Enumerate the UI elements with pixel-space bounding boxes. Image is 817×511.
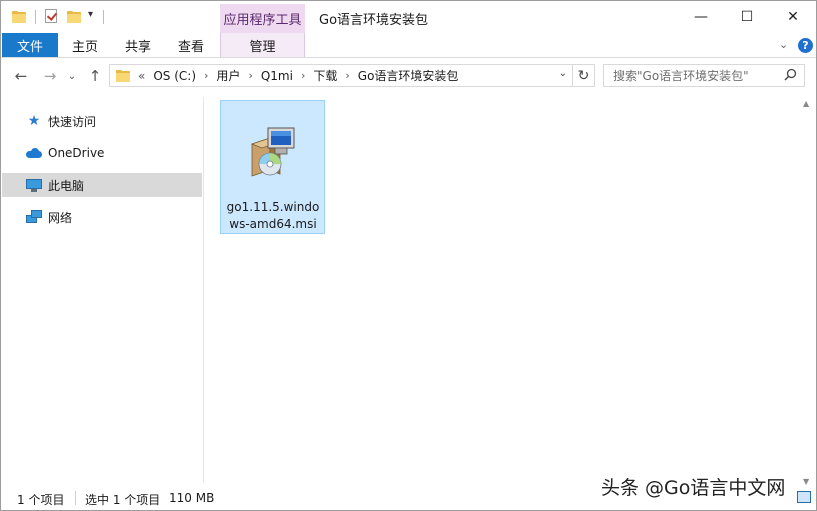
address-dropdown-icon[interactable]: ⌄ [559,68,567,79]
tab-file[interactable]: 文件 [2,33,58,57]
nav-item-onedrive[interactable]: OneDrive [2,141,202,165]
new-folder-icon[interactable] [67,6,81,28]
file-list: go1.11.5.windows-amd64.msi [205,97,815,482]
nav-item-quick-access[interactable]: ★ 快速访问 [2,109,202,133]
large-icons-view-icon[interactable] [797,491,811,503]
cloud-icon [26,145,42,161]
nav-item-label: 快速访问 [48,114,97,129]
item-count: 1 个项目 [17,493,65,507]
tab-share[interactable]: 共享 [116,33,160,57]
folder-icon [116,69,130,82]
breadcrumb-user[interactable]: Q1mi [261,69,293,83]
breadcrumb-drive[interactable]: OS (C:) [153,69,196,83]
status-divider [75,491,76,505]
title-bar: ▾ 应用程序工具 Go语言环境安装包 — ☐ ✕ [1,1,816,33]
recent-locations-button[interactable]: ⌄ [62,66,82,86]
nav-item-label: 此电脑 [48,178,85,193]
search-icon[interactable] [784,68,797,85]
network-icon [26,209,42,225]
selection-size: 110 MB [169,491,215,505]
ribbon-tab-bar: 文件 主页 共享 查看 管理 ⌄ ? [1,33,816,58]
contextual-tab-group-label: 应用程序工具 [220,4,305,33]
back-button[interactable]: ← [11,66,31,86]
qa-divider [35,10,36,24]
breadcrumb-separator[interactable]: › [345,69,349,82]
tab-manage[interactable]: 管理 [220,33,305,57]
close-button[interactable]: ✕ [770,1,816,32]
selection-count: 选中 1 个项目 [85,493,161,507]
breadcrumb-current-folder[interactable]: Go语言环境安装包 [358,67,459,84]
breadcrumb-downloads[interactable]: 下载 [313,67,337,84]
nav-item-network[interactable]: 网络 [2,205,202,229]
nav-item-label: OneDrive [48,146,105,160]
breadcrumb-separator[interactable]: › [204,69,208,82]
nav-item-this-pc[interactable]: 此电脑 [2,173,202,197]
help-icon[interactable]: ? [798,38,813,53]
address-bar[interactable]: « OS (C:) › 用户 › Q1mi › 下载 › Go语言环境安装包 ⌄ [109,64,573,87]
explorer-window: ▾ 应用程序工具 Go语言环境安装包 — ☐ ✕ 文件 主页 共享 查看 管理 … [0,0,817,511]
breadcrumb-users[interactable]: 用户 [216,67,240,84]
properties-check-icon[interactable] [45,9,57,23]
star-icon: ★ [27,113,41,129]
file-name: go1.11.5.windows-amd64.msi [226,200,320,231]
tab-view[interactable]: 查看 [169,33,213,57]
file-item[interactable]: go1.11.5.windows-amd64.msi [220,100,325,234]
search-input[interactable]: 搜索"Go语言环境安装包" [603,64,805,87]
window-title: Go语言环境安装包 [319,13,429,28]
search-placeholder: 搜索"Go语言环境安装包" [613,69,749,83]
qa-divider [103,10,104,24]
quick-access-folder-icon[interactable] [12,6,26,28]
tab-home[interactable]: 主页 [63,33,107,57]
breadcrumb-separator[interactable]: › [248,69,252,82]
maximize-button[interactable]: ☐ [724,1,770,32]
customize-toolbar-dropdown-icon[interactable]: ▾ [88,9,93,20]
nav-item-label: 网络 [48,210,73,225]
navigation-pane: ★ 快速访问 OneDrive 此电脑 网络 [1,97,204,482]
up-button[interactable]: ↑ [85,66,105,86]
watermark: 头条 @Go语言中文网 [601,477,786,499]
address-row: ← → ⌄ ↑ « OS (C:) › 用户 › Q1mi › 下载 › Go语… [1,59,816,93]
breadcrumb-separator[interactable]: › [301,69,305,82]
computer-icon [26,177,42,193]
minimize-button[interactable]: — [678,1,724,32]
refresh-button[interactable]: ↻ [573,64,595,87]
msi-installer-icon [244,124,300,180]
expand-ribbon-icon[interactable]: ⌄ [779,38,788,51]
scroll-up-arrow-icon[interactable]: ▲ [803,99,809,108]
forward-button[interactable]: → [40,66,60,86]
breadcrumb-overflow[interactable]: « [138,69,145,83]
